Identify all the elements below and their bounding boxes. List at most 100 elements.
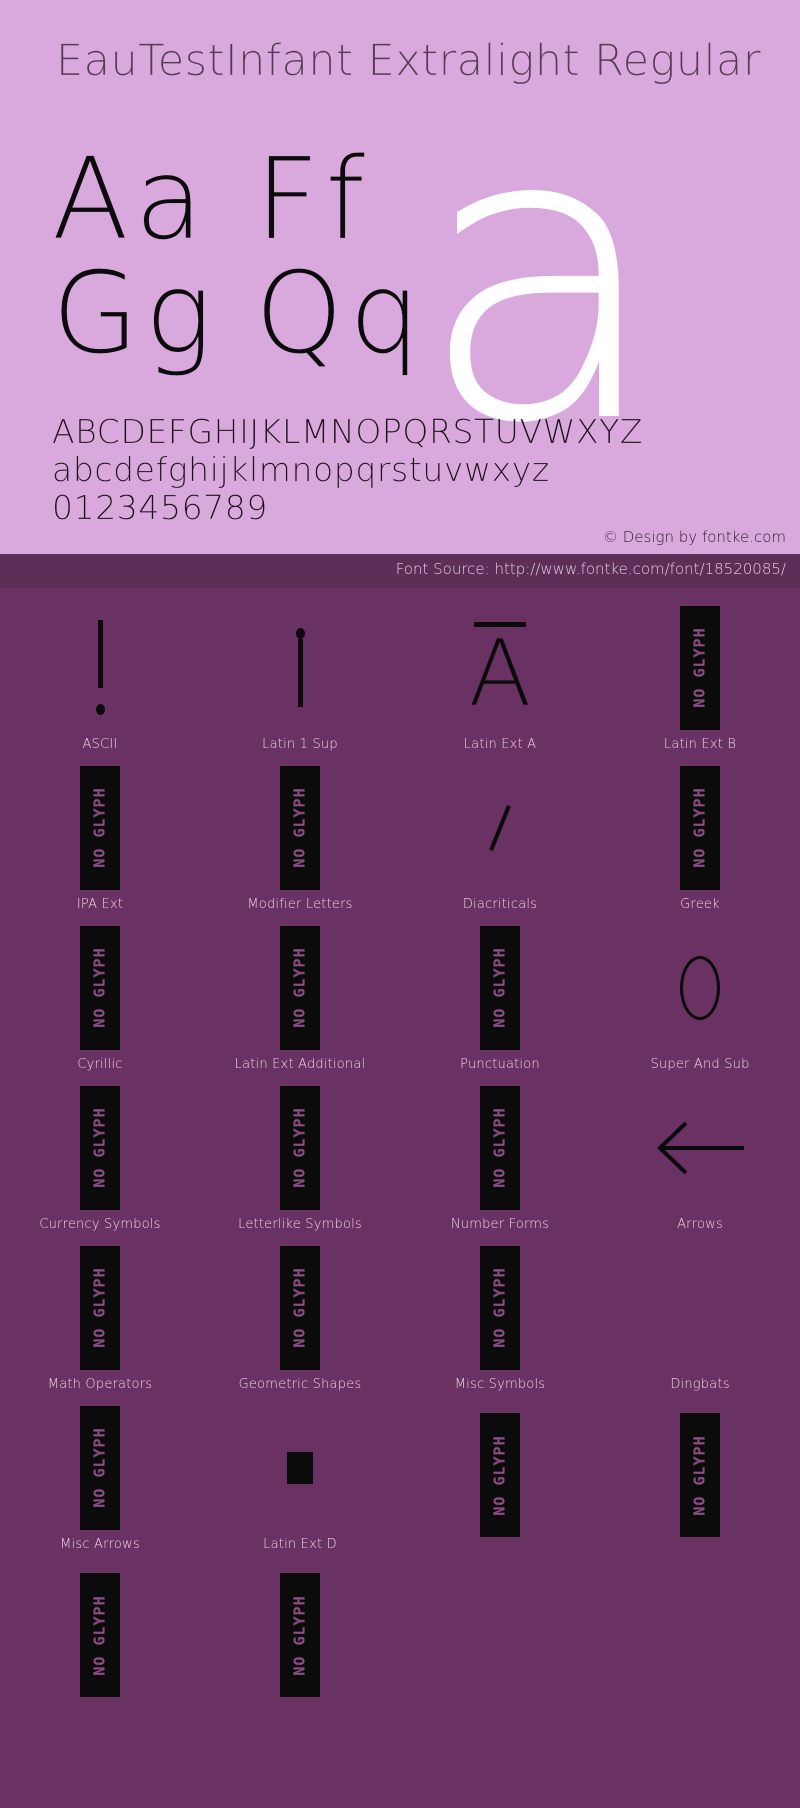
- no-glyph-label: NO GLYPH: [290, 947, 309, 1028]
- no-glyph-label: NO GLYPH: [90, 947, 109, 1028]
- glyph-a-macron: A: [400, 598, 600, 737]
- block-row: NO GLYPH Misc Arrows Latin Ext D NO GLYPH NO…: [0, 1398, 800, 1558]
- no-glyph-label: NO GLYPH: [690, 1434, 709, 1516]
- unicode-block-unlabeled[interactable]: NO GLYPH: [200, 1558, 400, 1718]
- no-glyph-icon: NO GLYPH: [80, 1405, 120, 1530]
- no-glyph-label: NO GLYPH: [490, 1267, 509, 1348]
- unicode-block-latin-1-sup[interactable]: Latin 1 Sup: [200, 598, 400, 758]
- alphabet-uppercase: ABCDEFGHIJKLMNOPQRSTUVWXYZ: [52, 412, 644, 451]
- no-glyph-icon: NO GLYPH: [480, 925, 520, 1050]
- block-label: Dingbats: [670, 1377, 730, 1392]
- block-row: NO GLYPH Currency Symbols NO GLYPH Letterli…: [0, 1078, 800, 1238]
- unicode-block-ascii[interactable]: ASCII: [0, 598, 200, 758]
- unicode-block-modifier-letters[interactable]: NO GLYPH Modifier Letters: [200, 758, 400, 918]
- unicode-block-ipa-ext[interactable]: NO GLYPH IPA Ext: [0, 758, 200, 918]
- unicode-block-unlabeled[interactable]: NO GLYPH: [400, 1398, 600, 1558]
- no-glyph-label: NO GLYPH: [490, 1434, 509, 1516]
- sample-pair-gg: Gg: [52, 249, 218, 379]
- capital-a: A: [468, 619, 532, 727]
- glyph-filled-square: [200, 1398, 400, 1537]
- unicode-block-diacriticals[interactable]: Diacriticals: [400, 758, 600, 918]
- no-glyph-icon: NO GLYPH: [80, 1245, 120, 1370]
- exclam-dot: [95, 704, 105, 715]
- no-glyph-label: NO GLYPH: [490, 947, 509, 1028]
- inverted-exclam-dot: [295, 628, 305, 639]
- no-glyph-box: NO GLYPH: [200, 1238, 400, 1377]
- unicode-block-cyrillic[interactable]: NO GLYPH Cyrillic: [0, 918, 200, 1078]
- filled-square-icon: [287, 1451, 313, 1484]
- block-row: NO GLYPH Math Operators NO GLYPH Geometric …: [0, 1238, 800, 1398]
- no-glyph-icon: NO GLYPH: [680, 1413, 720, 1537]
- block-label: Letterlike Symbols: [238, 1217, 362, 1232]
- no-glyph-box: NO GLYPH: [200, 1078, 400, 1217]
- no-glyph-box: NO GLYPH: [0, 1558, 200, 1712]
- no-glyph-box: NO GLYPH: [200, 758, 400, 897]
- unicode-block-misc-arrows[interactable]: NO GLYPH Misc Arrows: [0, 1398, 200, 1558]
- block-label: Latin Ext B: [663, 737, 737, 752]
- unicode-block-greek[interactable]: NO GLYPH Greek: [600, 758, 800, 918]
- source-bar: Font Source: http://www.fontke.com/font/…: [0, 554, 800, 588]
- no-glyph-icon: NO GLYPH: [280, 765, 320, 890]
- block-label: Punctuation: [460, 1057, 540, 1072]
- no-glyph-icon: NO GLYPH: [680, 605, 720, 730]
- exclam-stem: [97, 620, 103, 688]
- unicode-block-unlabeled[interactable]: NO GLYPH: [0, 1558, 200, 1718]
- no-glyph-box: NO GLYPH: [200, 918, 400, 1057]
- font-source-link[interactable]: Font Source: http://www.fontke.com/font/…: [396, 560, 786, 578]
- no-glyph-box: NO GLYPH: [400, 1238, 600, 1377]
- unicode-block-currency-symbols[interactable]: NO GLYPH Currency Symbols: [0, 1078, 200, 1238]
- unicode-block-misc-symbols[interactable]: NO GLYPH Misc Symbols: [400, 1238, 600, 1398]
- unicode-block-latin-ext-d[interactable]: Latin Ext D: [200, 1398, 400, 1558]
- no-glyph-label: NO GLYPH: [490, 1107, 509, 1188]
- no-glyph-box: NO GLYPH: [400, 1398, 600, 1552]
- no-glyph-box: NO GLYPH: [400, 1078, 600, 1217]
- unicode-block-geometric-shapes[interactable]: NO GLYPH Geometric Shapes: [200, 1238, 400, 1398]
- no-glyph-box: NO GLYPH: [400, 918, 600, 1057]
- unicode-block-unlabeled[interactable]: [400, 1558, 600, 1718]
- glyph-blank: [600, 1238, 800, 1377]
- unicode-block-dingbats[interactable]: Dingbats: [600, 1238, 800, 1398]
- block-label: IPA Ext: [76, 897, 124, 912]
- block-label: Cyrillic: [77, 1057, 123, 1072]
- unicode-block-math-operators[interactable]: NO GLYPH Math Operators: [0, 1238, 200, 1398]
- superscript-zero-ring: [680, 955, 720, 1020]
- alphabet-block: ABCDEFGHIJKLMNOPQRSTUVWXYZ abcdefghijklm…: [52, 412, 644, 529]
- no-glyph-label: NO GLYPH: [90, 1107, 109, 1188]
- unicode-block-letterlike-symbols[interactable]: NO GLYPH Letterlike Symbols: [200, 1078, 400, 1238]
- inverted-exclam-stem: [297, 639, 303, 707]
- unicode-block-punctuation[interactable]: NO GLYPH Punctuation: [400, 918, 600, 1078]
- copyright-text: © Design by fontke.com: [602, 528, 786, 546]
- unicode-block-latin-ext-additional[interactable]: NO GLYPH Latin Ext Additional: [200, 918, 400, 1078]
- block-label: Misc Arrows: [60, 1537, 140, 1552]
- no-glyph-label: NO GLYPH: [90, 1594, 109, 1676]
- glyph-superscript-zero: [600, 918, 800, 1057]
- sample-pair-qq: Qq: [255, 249, 427, 379]
- block-label: ASCII: [82, 737, 118, 752]
- block-label: Misc Symbols: [454, 1377, 546, 1392]
- block-label: Geometric Shapes: [238, 1377, 362, 1392]
- no-glyph-icon: NO GLYPH: [680, 765, 720, 890]
- no-glyph-label: NO GLYPH: [290, 1267, 309, 1348]
- no-glyph-label: NO GLYPH: [690, 627, 709, 708]
- glyph-exclamation: [0, 598, 200, 737]
- block-label: Arrows: [677, 1217, 723, 1232]
- unicode-block-super-and-sub[interactable]: Super And Sub: [600, 918, 800, 1078]
- glyph-inverted-exclamation: [200, 598, 400, 737]
- unicode-block-arrows[interactable]: Arrows: [600, 1078, 800, 1238]
- no-glyph-label: NO GLYPH: [90, 1267, 109, 1348]
- unicode-block-number-forms[interactable]: NO GLYPH Number Forms: [400, 1078, 600, 1238]
- no-glyph-icon: NO GLYPH: [80, 765, 120, 890]
- unicode-block-unlabeled[interactable]: NO GLYPH: [600, 1398, 800, 1558]
- no-glyph-icon: NO GLYPH: [480, 1413, 520, 1537]
- block-label: Greek: [680, 897, 720, 912]
- no-glyph-icon: NO GLYPH: [280, 1085, 320, 1210]
- unicode-block-latin-ext-b[interactable]: NO GLYPH Latin Ext B: [600, 598, 800, 758]
- digits-line: 0123456789: [52, 488, 268, 527]
- unicode-block-unlabeled[interactable]: [600, 1558, 800, 1718]
- no-glyph-box: NO GLYPH: [600, 758, 800, 897]
- block-label: Diacriticals: [462, 897, 538, 912]
- block-label: Latin 1 Sup: [262, 737, 338, 752]
- glyph-blank: [400, 1558, 600, 1712]
- no-glyph-box: NO GLYPH: [0, 1238, 200, 1377]
- unicode-block-latin-ext-a[interactable]: A Latin Ext A: [400, 598, 600, 758]
